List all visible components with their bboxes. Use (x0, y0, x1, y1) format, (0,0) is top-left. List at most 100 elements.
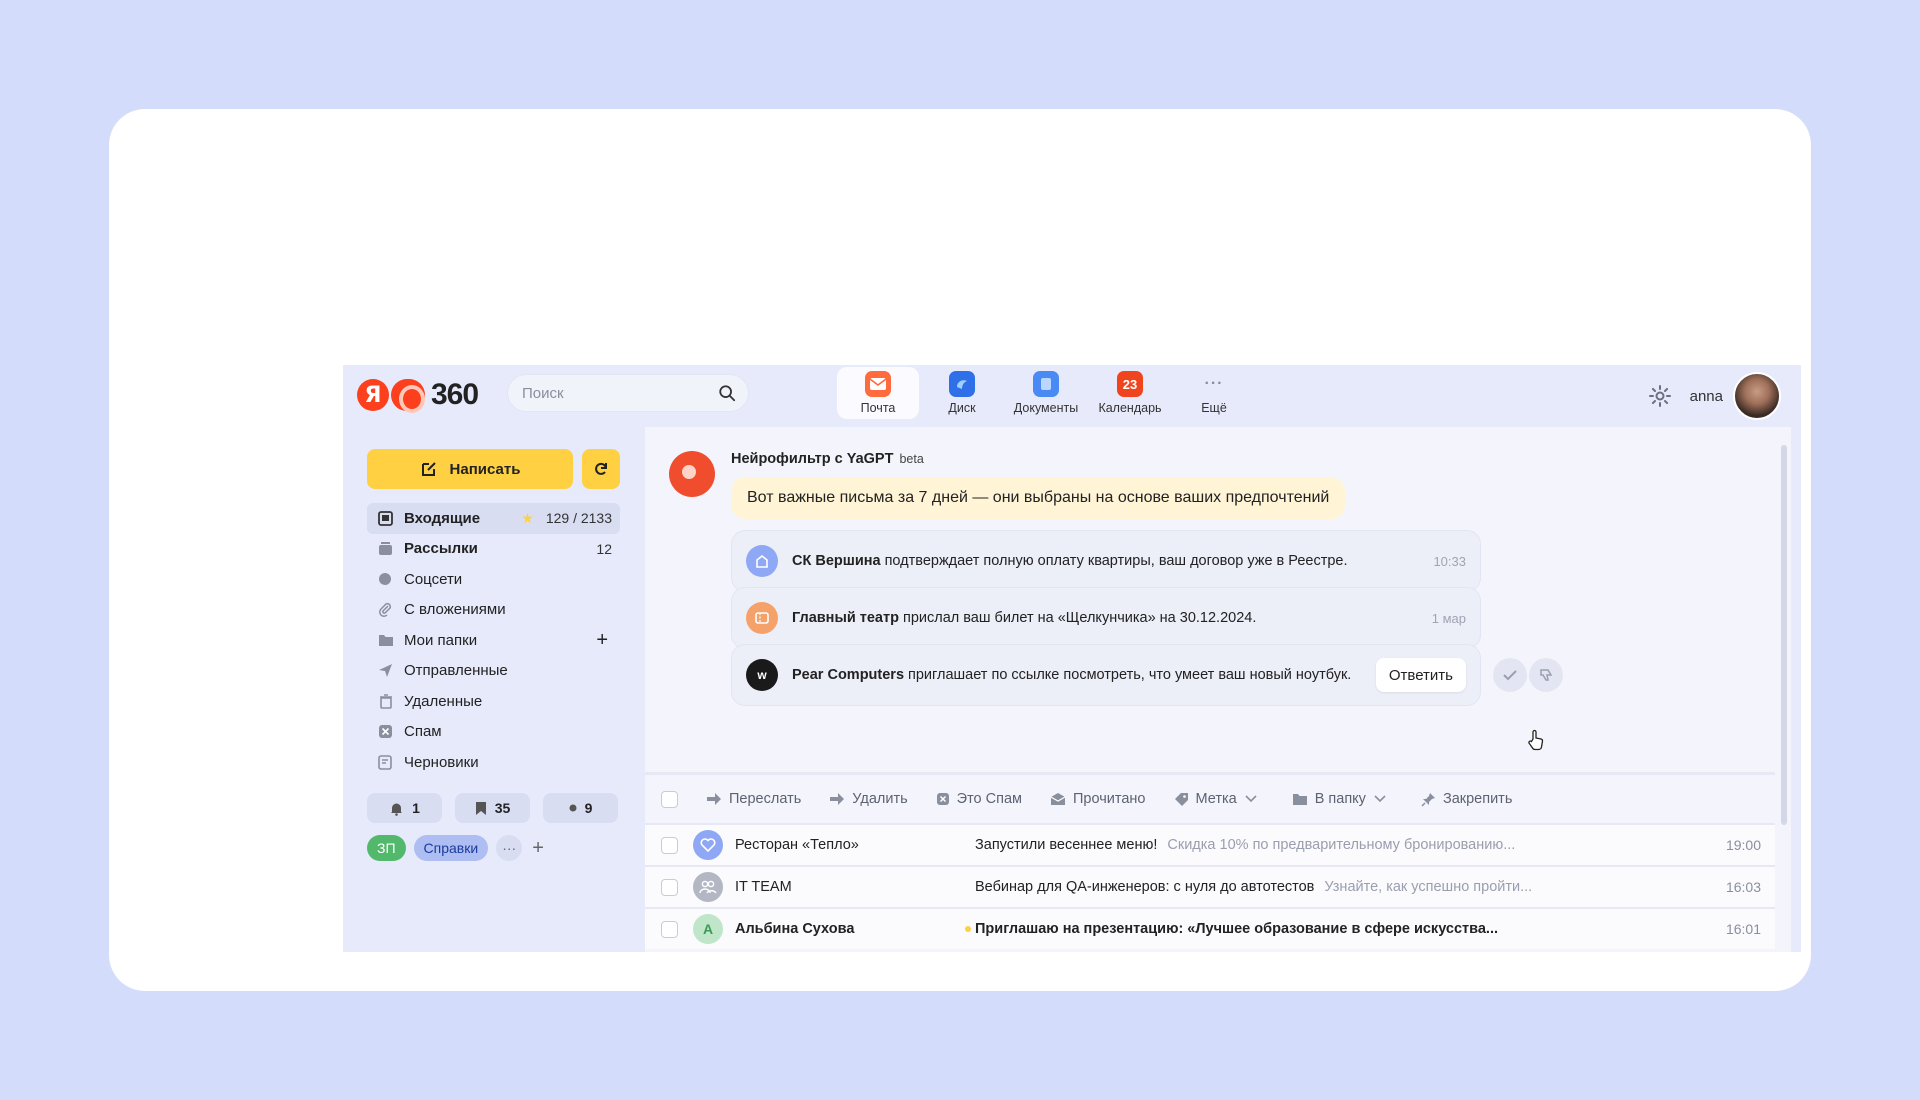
folder-label: Рассылки (404, 540, 478, 558)
message-subject: Приглашаю на презентацию: «Лучшее образо… (975, 921, 1498, 937)
search-box[interactable] (507, 374, 749, 412)
yagpt-logo-icon (669, 451, 715, 497)
counter-value: 35 (494, 800, 511, 816)
important-mail-card[interactable]: w Pear Computers приглашает по ссылке по… (731, 644, 1481, 706)
forward-icon (707, 793, 721, 805)
mail-icon (865, 371, 891, 397)
tag-spravki[interactable]: Справки (413, 835, 489, 861)
folder-list: Входящие ★ 129 / 2133 Рассылки 12 Соцсети… (367, 503, 620, 778)
tag-zp[interactable]: ЗП (367, 835, 406, 861)
counter-bookmarks[interactable]: 35 (455, 793, 530, 823)
service-more[interactable]: ··· Ещё (1173, 367, 1255, 419)
envelope-open-icon (1050, 793, 1066, 805)
delete-button[interactable]: Удалить (829, 791, 908, 807)
service-documents[interactable]: Документы (1005, 367, 1087, 419)
bell-icon (391, 803, 403, 816)
card-sender: СК Вершина (792, 553, 881, 569)
tag-icon (1174, 792, 1188, 806)
logo-ring-icon (391, 379, 425, 413)
folder-label: Черновики (404, 753, 479, 771)
folder-drafts[interactable]: Черновики (367, 747, 620, 778)
thumbs-up-button[interactable] (1493, 658, 1527, 692)
folder-label: Спам (404, 723, 442, 741)
search-icon[interactable] (718, 384, 736, 402)
card-sender: Pear Computers (792, 667, 905, 683)
thumbs-down-icon (1540, 669, 1553, 681)
folder-attachments[interactable]: С вложениями (367, 595, 620, 626)
yandex-360-logo[interactable]: Я 360 (357, 375, 479, 415)
folder-newsletters[interactable]: Рассылки 12 (367, 534, 620, 565)
message-checkbox[interactable] (661, 920, 678, 938)
service-mail-label: Почта (860, 401, 896, 415)
scrollbar[interactable] (1781, 445, 1787, 825)
folder-trash[interactable]: Удаленные (367, 686, 620, 717)
message-row[interactable]: IT TEAM Вебинар для QA-инженеров: с нуля… (645, 865, 1775, 907)
avatar[interactable] (1733, 372, 1781, 420)
spam-button[interactable]: Это Спам (936, 791, 1022, 807)
label-dropdown[interactable]: Метка (1174, 791, 1264, 807)
card-text: приглашает по ссылке посмотреть, что уме… (908, 667, 1352, 683)
message-row[interactable]: А Альбина Сухова Приглашаю на презентаци… (645, 907, 1775, 949)
compose-button[interactable]: Написать (367, 449, 573, 489)
pin-button[interactable]: Закрепить (1421, 791, 1512, 807)
folder-spam[interactable]: Спам (367, 717, 620, 748)
refresh-button[interactable] (582, 449, 620, 489)
add-folder-button[interactable]: + (596, 629, 608, 652)
message-time: 19:00 (1725, 837, 1761, 853)
folder-social[interactable]: Соцсети (367, 564, 620, 595)
counters: 1 35 9 (367, 793, 631, 823)
message-checkbox[interactable] (661, 836, 678, 854)
folder-label: Соцсети (404, 570, 463, 588)
pear-logo-icon: w (746, 659, 778, 691)
important-mail-card[interactable]: СК Вершина подтверждает полную оплату кв… (731, 530, 1481, 592)
message-list: Ресторан «Тепло» Запустили весеннее меню… (645, 823, 1775, 949)
compose-icon (421, 462, 436, 476)
mark-read-button[interactable]: Прочитано (1050, 791, 1146, 807)
folder-my-folders[interactable]: Мои папки + (367, 625, 620, 656)
newsletters-icon (377, 540, 394, 557)
documents-icon (1033, 371, 1059, 397)
username[interactable]: anna (1690, 388, 1723, 405)
folder-label: Отправленные (404, 662, 508, 680)
folder-label: Входящие (404, 509, 481, 527)
tags-more-button[interactable]: ··· (496, 835, 523, 861)
service-mail[interactable]: Почта (837, 367, 919, 419)
message-checkbox[interactable] (661, 878, 678, 896)
mail-app-window: Я 360 Почта Диск (343, 365, 1801, 952)
thumbs-down-button[interactable] (1529, 658, 1563, 692)
select-all-checkbox[interactable] (661, 790, 678, 808)
message-preview: Узнайте, как успешно пройти... (1324, 879, 1533, 895)
message-preview: Скидка 10% по предварительному бронирова… (1167, 837, 1516, 853)
folder-inbox[interactable]: Входящие ★ 129 / 2133 (367, 503, 620, 534)
counter-value: 9 (584, 800, 593, 816)
counter-value: 1 (412, 800, 420, 816)
search-input[interactable] (522, 375, 712, 411)
spam-icon (936, 793, 949, 805)
important-mail-card[interactable]: Главный театр прислал ваш билет на «Щелк… (731, 587, 1481, 649)
top-bar: Я 360 Почта Диск (343, 365, 1801, 427)
social-icon (377, 571, 394, 588)
service-calendar[interactable]: 23 Календарь (1089, 367, 1171, 419)
sent-icon (377, 662, 394, 679)
gear-icon[interactable] (1648, 384, 1672, 408)
move-to-folder-dropdown[interactable]: В папку (1292, 791, 1393, 807)
folder-label: Удаленные (404, 692, 483, 710)
check-icon (1503, 670, 1517, 681)
message-row[interactable]: Ресторан «Тепло» Запустили весеннее меню… (645, 823, 1775, 865)
add-tag-button[interactable]: + (532, 837, 544, 860)
unread-dot-icon[interactable] (965, 926, 971, 932)
counter-reminders[interactable]: 1 (367, 793, 442, 823)
folder-sent[interactable]: Отправленные (367, 656, 620, 687)
service-disk[interactable]: Диск (921, 367, 1003, 419)
chevron-down-icon (1374, 795, 1386, 803)
card-sender: Главный театр (792, 610, 899, 626)
forward-button[interactable]: Переслать (706, 791, 801, 807)
more-icon: ··· (1204, 375, 1224, 392)
card-text: прислал ваш билет на «Щелкунчика» на 30.… (902, 610, 1257, 626)
reply-button[interactable]: Ответить (1375, 658, 1466, 692)
folder-icon (1292, 794, 1307, 805)
counter-unread[interactable]: 9 (543, 793, 618, 823)
compose-label: Написать (449, 460, 521, 478)
message-from: IT TEAM (735, 879, 792, 895)
card-text: подтверждает полную оплату квартиры, ваш… (884, 553, 1348, 569)
